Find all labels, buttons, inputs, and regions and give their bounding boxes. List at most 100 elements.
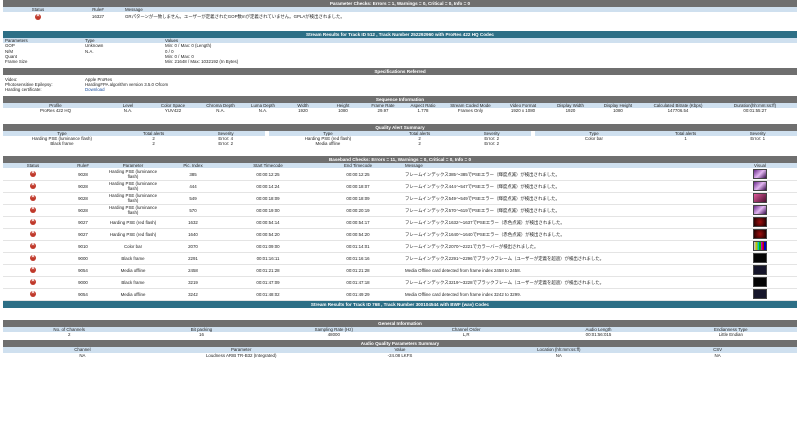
start-timecode: 00:00:18:09 <box>223 192 313 205</box>
message: フレームインデックス1640～1640でPSEエラー（赤色点滅）が検出されました… <box>403 228 723 241</box>
end-timecode: 00:01:14:01 <box>313 240 403 253</box>
pic-index: 3219 <box>163 276 223 289</box>
message: フレームインデックス2291～2296でブラックフレーム（ユーザーが定義を超過）… <box>403 252 723 265</box>
table-row: 9027Harding PSE (red flash)163200:00:54:… <box>3 216 797 229</box>
quality-group-3: Type Total alerts Severity Color bar 1 Error… <box>535 130 797 147</box>
table-row: 9000Black frame229100:01:16:1100:01:16:1… <box>3 252 797 265</box>
end-timecode: 00:01:21:28 <box>313 264 403 277</box>
cell: NA <box>555 352 562 358</box>
pic-index: 1632 <box>163 216 223 229</box>
table-row: 9028Harding PSE (luminance flash)44400:0… <box>3 180 797 193</box>
param-checks-table: Status Rule# Message 16327 GRパターンが一致しません… <box>3 7 797 21</box>
quality-groups: Type Total alerts Severity Harding PSE (lu… <box>3 130 797 147</box>
alert-severity: Error: 2 <box>218 141 234 147</box>
quality-group-2: Type Total alerts Severity Harding PSE (re… <box>269 130 531 147</box>
pic-index: 444 <box>163 180 223 193</box>
error-icon <box>30 194 36 202</box>
error-icon <box>30 242 36 250</box>
visual-thumbnail[interactable] <box>753 205 767 216</box>
rule-number: 9000 <box>63 276 103 289</box>
parameter: Black frame <box>103 276 163 289</box>
alert-type: Color bar <box>584 135 603 141</box>
baseband-table: Status Rule# Parameter Pic. Index Start … <box>3 163 797 301</box>
sequence-table: Profile Level Color Space Chroma Depth L… <box>3 103 797 113</box>
error-icon <box>30 170 36 178</box>
pic-index: 570 <box>163 204 223 217</box>
start-timecode: 00:01:16:11 <box>223 252 313 265</box>
start-timecode: 00:00:54:14 <box>223 216 313 229</box>
visual-thumbnail[interactable] <box>753 169 767 180</box>
end-timecode: 00:00:12:25 <box>313 168 403 181</box>
error-icon <box>35 13 41 20</box>
rule-number: 9028 <box>63 180 103 193</box>
pic-index: 2291 <box>163 252 223 265</box>
visual-thumbnail[interactable] <box>753 181 767 192</box>
start-timecode: 00:00:14:24 <box>223 180 313 193</box>
message: フレームインデックス444～547でPSEエラー（輝度点滅）が検出されました。 <box>403 180 723 193</box>
stream-audio-bar: Stream Results for Track ID 768 , Track … <box>3 300 797 308</box>
download-link[interactable]: Download <box>85 87 105 92</box>
parameter: Black frame <box>103 252 163 265</box>
table-row: 9010Color bar207000:01:09:0000:01:14:01フ… <box>3 240 797 253</box>
rule-number: 9027 <box>63 228 103 241</box>
quality-bar: Quality Alert Summary <box>3 123 797 131</box>
end-timecode: 00:00:54:20 <box>313 228 403 241</box>
specs-table: Video: Apple ProRes Photosensitive Epilep… <box>3 77 797 92</box>
message: フレームインデックス385～385でPSEエラー（輝度点滅）が検出されました。 <box>403 168 723 181</box>
error-icon <box>30 206 36 214</box>
alert-type: Media offline <box>315 141 341 147</box>
start-timecode: 00:01:47:09 <box>223 276 313 289</box>
end-timecode: 00:00:20:19 <box>313 204 403 217</box>
message: Media Offline card detected from frame i… <box>403 288 723 301</box>
message: Media Offline card detected from frame i… <box>403 264 723 277</box>
alert-type: Black frame <box>50 141 74 147</box>
rule-number: 16327 <box>91 14 105 20</box>
audio-quality-bar: Audio Quality Parameters Summary <box>3 340 797 348</box>
end-timecode: 00:01:47:18 <box>313 276 403 289</box>
pic-index: 549 <box>163 192 223 205</box>
alert-severity: Error: 1 <box>750 135 766 141</box>
visual-thumbnail[interactable] <box>753 229 767 240</box>
visual-thumbnail[interactable] <box>753 265 767 276</box>
rule-number: 9027 <box>63 216 103 229</box>
visual-thumbnail[interactable] <box>753 289 767 300</box>
end-timecode: 00:00:18:07 <box>313 180 403 193</box>
pic-index: 2070 <box>163 240 223 253</box>
visual-thumbnail[interactable] <box>753 253 767 264</box>
end-timecode: 00:00:54:17 <box>313 216 403 229</box>
stream-video-table: Parameters Type Values GOP Unknown Min: 0 … <box>3 38 797 64</box>
message: フレームインデックス2070～2221でカラーバーが検出されました。 <box>403 240 723 253</box>
sequence-bar: Sequence Information <box>3 96 797 104</box>
cell: NA <box>79 352 86 358</box>
table-row: 9028Harding PSE (luminance flash)57000:0… <box>3 204 797 217</box>
cell: -24.08 LKFS <box>387 352 413 358</box>
visual-thumbnail[interactable] <box>753 277 767 288</box>
visual-thumbnail[interactable] <box>753 193 767 204</box>
general-bar: General Information <box>3 319 797 327</box>
error-icon <box>30 182 36 190</box>
table-row: 9028Harding PSE (luminance flash)38500:0… <box>3 168 797 181</box>
alert-total: 2 <box>152 141 155 147</box>
visual-thumbnail[interactable] <box>753 217 767 228</box>
end-timecode: 00:01:49:29 <box>313 288 403 301</box>
rule-number: 9028 <box>63 168 103 181</box>
rule-number: 9028 <box>63 192 103 205</box>
message: フレームインデックス570～619でPSEエラー（輝度点滅）が検出されました。 <box>403 204 723 217</box>
table-row: 9000Black frame321900:01:47:0900:01:47:1… <box>3 276 797 289</box>
table-row: 9054Media offline245800:01:21:2800:01:21… <box>3 264 797 277</box>
visual-thumbnail[interactable] <box>753 241 767 252</box>
message: フレームインデックス1632～1637でPSEエラー（赤色点滅）が検出されました… <box>403 216 723 229</box>
parameter: Harding PSE (luminance flash) <box>103 204 163 217</box>
rule-number: 9054 <box>63 264 103 277</box>
alert-total: 1 <box>684 135 687 141</box>
parameter: Media offline <box>103 288 163 301</box>
parameter: Harding PSE (luminance flash) <box>103 192 163 205</box>
error-icon <box>30 230 36 238</box>
error-icon <box>30 254 36 262</box>
start-timecode: 00:01:09:00 <box>223 240 313 253</box>
stream-video-bar: Stream Results for Track ID 512 , Track … <box>3 31 797 39</box>
start-timecode: 00:00:54:20 <box>223 228 313 241</box>
cell: Loudness ARIB TR-B32 (Integrated) <box>205 352 277 358</box>
end-timecode: 00:01:16:16 <box>313 252 403 265</box>
general-table: No. of Channels Bit packing Sampling Rat… <box>3 326 797 337</box>
